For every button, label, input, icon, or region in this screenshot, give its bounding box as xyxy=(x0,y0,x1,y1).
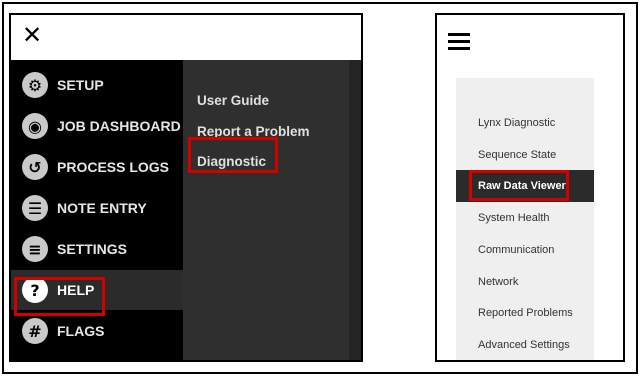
raw-data-viewer-highlight-box xyxy=(469,170,569,201)
menu-item-lynx-diagnostic[interactable]: Lynx Diagnostic xyxy=(456,107,594,139)
nav-item-flags[interactable]: # FLAGS xyxy=(11,311,183,351)
menu-item-communication[interactable]: Communication xyxy=(456,234,594,266)
close-icon[interactable]: ✕ xyxy=(22,23,42,47)
menu-header: ✕ xyxy=(11,15,361,61)
nav-item-label: JOB DASHBOARD xyxy=(57,118,181,134)
nav-item-note-entry[interactable]: ☰ NOTE ENTRY xyxy=(11,188,183,228)
clipboard-icon: ☰ xyxy=(22,195,48,221)
diagnostic-highlight-box xyxy=(188,137,278,173)
help-submenu: User Guide Report a Problem Diagnostic xyxy=(183,60,361,360)
history-icon: ↺ xyxy=(22,154,48,180)
nav-item-process-logs[interactable]: ↺ PROCESS LOGS xyxy=(11,147,183,187)
menu-item-reported-problems[interactable]: Reported Problems xyxy=(456,297,594,329)
menu-item-advanced-settings[interactable]: Advanced Settings xyxy=(456,329,594,360)
nav-item-job-dashboard[interactable]: ◉ JOB DASHBOARD xyxy=(11,106,183,146)
menu-item-system-health[interactable]: System Health xyxy=(456,202,594,234)
nav-item-setup[interactable]: ⚙ SETUP xyxy=(11,65,183,105)
sliders-icon: ≡ xyxy=(22,236,48,262)
diagnostic-menu-panel: Lynx Diagnostic Sequence State Raw Data … xyxy=(435,13,625,362)
nav-item-label: SETTINGS xyxy=(57,241,128,257)
gear-icon: ⚙ xyxy=(22,72,48,98)
eye-icon: ◉ xyxy=(22,113,48,139)
scrollbar-track[interactable] xyxy=(349,60,361,360)
submenu-item-user-guide[interactable]: User Guide xyxy=(197,93,269,108)
menu-item-network[interactable]: Network xyxy=(456,266,594,298)
help-menu-panel: ✕ ⚙ SETUP ◉ JOB DASHBOARD ↺ PROCESS LOGS… xyxy=(9,13,363,362)
nav-item-label: PROCESS LOGS xyxy=(57,159,170,175)
nav-item-label: SETUP xyxy=(57,77,104,93)
help-highlight-box xyxy=(14,277,105,316)
diagnostic-menu: Lynx Diagnostic Sequence State Raw Data … xyxy=(456,78,594,360)
hamburger-icon[interactable] xyxy=(448,33,470,50)
menu-header xyxy=(437,15,623,65)
nav-item-label: FLAGS xyxy=(57,323,105,339)
nav-item-label: NOTE ENTRY xyxy=(57,200,147,216)
menu-item-sequence-state[interactable]: Sequence State xyxy=(456,139,594,171)
nav-item-settings[interactable]: ≡ SETTINGS xyxy=(11,229,183,269)
hash-icon: # xyxy=(22,318,48,344)
